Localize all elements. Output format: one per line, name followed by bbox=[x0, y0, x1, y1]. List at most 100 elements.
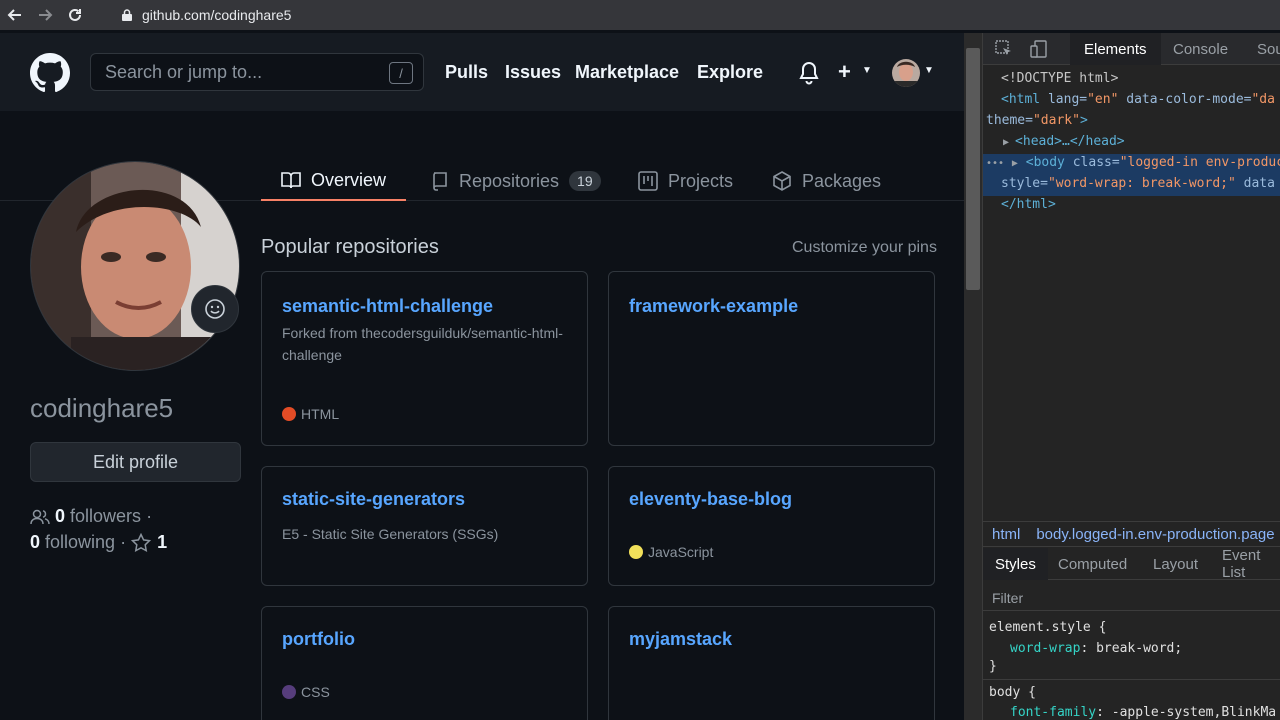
dom-html-node[interactable]: <html lang="en" data-color-mode="da bbox=[1001, 92, 1275, 107]
reload-icon[interactable] bbox=[60, 0, 90, 30]
github-page: Search or jump to... / Pulls Issues Mark… bbox=[0, 33, 964, 720]
github-logo-icon[interactable] bbox=[30, 53, 70, 93]
repo-name-link[interactable]: portfolio bbox=[282, 629, 355, 650]
expand-triangle-icon[interactable]: ▶ bbox=[1003, 137, 1015, 148]
breadcrumb: html body.logged-in.env-production.page bbox=[983, 521, 1280, 547]
tab-projects-label: Projects bbox=[668, 170, 734, 191]
profile-username: codinghare5 bbox=[30, 393, 174, 423]
tab-console[interactable]: Console bbox=[1173, 33, 1228, 65]
tab-elements[interactable]: Elements bbox=[1070, 33, 1161, 65]
chevron-down-icon: ▼ bbox=[862, 65, 872, 76]
device-toolbar-icon[interactable] bbox=[1025, 33, 1053, 65]
nav-issues[interactable]: Issues bbox=[505, 62, 561, 83]
followers-line: 0 followers · bbox=[30, 506, 152, 527]
nav-explore[interactable]: Explore bbox=[697, 62, 763, 83]
site-header: Search or jump to... / Pulls Issues Mark… bbox=[0, 33, 964, 111]
tab-packages[interactable]: Packages bbox=[772, 161, 881, 201]
repo-count-badge: 19 bbox=[569, 171, 601, 191]
styles-filter-input[interactable]: Filter bbox=[983, 585, 1280, 611]
class-attr: class= bbox=[1064, 155, 1120, 170]
css-property: font-family bbox=[1010, 705, 1097, 720]
styles-tabbar: Styles Computed Layout Event List bbox=[983, 547, 1280, 581]
people-icon bbox=[30, 509, 50, 524]
nav-pulls[interactable]: Pulls bbox=[445, 62, 488, 83]
chevron-down-icon: ▼ bbox=[924, 65, 934, 76]
repo-name-link[interactable]: static-site-generators bbox=[282, 489, 465, 510]
bell-icon[interactable] bbox=[798, 61, 822, 85]
language-name: CSS bbox=[301, 684, 330, 700]
package-icon bbox=[773, 171, 791, 191]
breadcrumb-body[interactable]: body.logged-in.env-production.page bbox=[1036, 526, 1274, 543]
style-attr: style= bbox=[1001, 176, 1048, 191]
theme-attr: theme= bbox=[986, 113, 1033, 128]
scrollbar-thumb[interactable] bbox=[966, 48, 980, 290]
css-declaration[interactable]: word-wrap: break-word; bbox=[1010, 641, 1182, 656]
customize-pins-link[interactable]: Customize your pins bbox=[792, 239, 937, 257]
tab-styles[interactable]: Styles bbox=[983, 548, 1048, 580]
inspect-element-icon[interactable] bbox=[989, 33, 1019, 65]
following-link[interactable]: following bbox=[45, 532, 115, 553]
back-icon[interactable] bbox=[0, 0, 30, 30]
repo-name-link[interactable]: framework-example bbox=[629, 296, 798, 317]
tab-repositories-label: Repositories bbox=[459, 170, 560, 191]
repo-language: HTML bbox=[282, 406, 339, 422]
dom-doctype[interactable]: <!DOCTYPE html> bbox=[1001, 71, 1118, 86]
data-attr: data bbox=[1235, 176, 1275, 191]
css-value: break-word; bbox=[1096, 641, 1183, 656]
more-icon[interactable]: ••• bbox=[986, 158, 1004, 169]
theme-val: "dark" bbox=[1032, 113, 1080, 128]
smiley-icon bbox=[205, 299, 225, 319]
project-icon bbox=[638, 171, 658, 191]
tab-sources[interactable]: Sou bbox=[1257, 33, 1280, 65]
popular-repositories-heading: Popular repositories bbox=[261, 236, 439, 258]
tab-computed[interactable]: Computed bbox=[1058, 548, 1127, 580]
tab-layout[interactable]: Layout bbox=[1153, 548, 1198, 580]
repo-name-link[interactable]: myjamstack bbox=[629, 629, 732, 650]
dom-head-node[interactable]: ▶ <head>…</head> bbox=[1003, 134, 1125, 149]
rule-selector: element.style { bbox=[989, 620, 1107, 635]
dom-body-node[interactable]: ••• ▶ <body class="logged-in env-product… bbox=[983, 154, 1280, 196]
tab-projects[interactable]: Projects bbox=[638, 161, 733, 201]
devtools-panel: Elements Console Sou <!DOCTYPE html> <ht… bbox=[982, 33, 1280, 720]
repo-name-link[interactable]: semantic-html-challenge bbox=[282, 296, 493, 317]
language-color-dot bbox=[629, 545, 643, 559]
repo-description: Forked from thecodersguilduk/semantic-ht… bbox=[282, 325, 563, 363]
create-new-button[interactable]: + bbox=[838, 59, 851, 85]
separator: · bbox=[120, 532, 127, 552]
repo-language: CSS bbox=[282, 684, 330, 700]
separator: · bbox=[146, 506, 153, 526]
followers-link[interactable]: followers bbox=[70, 506, 141, 527]
lock-icon bbox=[120, 8, 134, 22]
repo-card: eleventy-base-blog JavaScript bbox=[608, 466, 935, 586]
css-value: -apple-system,BlinkMa bbox=[1111, 705, 1277, 720]
search-input[interactable]: Search or jump to... / bbox=[90, 53, 424, 91]
css-property: word-wrap bbox=[1010, 641, 1081, 656]
avatar[interactable] bbox=[892, 59, 920, 87]
css-declaration[interactable]: font-family: -apple-system,BlinkMa bbox=[1010, 705, 1276, 720]
tab-overview[interactable]: Overview bbox=[261, 161, 407, 201]
breadcrumb-html[interactable]: html bbox=[992, 526, 1020, 543]
set-status-button[interactable] bbox=[191, 285, 239, 333]
dom-html-close[interactable]: </html> bbox=[1001, 197, 1056, 212]
nav-marketplace[interactable]: Marketplace bbox=[575, 62, 679, 83]
tag-close: > bbox=[1079, 113, 1088, 128]
tab-packages-label: Packages bbox=[802, 170, 882, 191]
repo-card: portfolio CSS bbox=[261, 606, 588, 720]
style-val: "word-wrap: break-word;" bbox=[1047, 176, 1236, 191]
repo-card: framework-example bbox=[608, 271, 935, 446]
expand-triangle-icon[interactable]: ▶ bbox=[1012, 158, 1018, 169]
edit-profile-button[interactable]: Edit profile bbox=[30, 442, 241, 482]
following-count[interactable]: 0 bbox=[30, 532, 40, 553]
forward-icon[interactable] bbox=[30, 0, 60, 30]
tab-event-listeners[interactable]: Event List bbox=[1222, 547, 1280, 581]
address-bar[interactable]: github.com/codinghare5 bbox=[108, 2, 1280, 28]
followers-count[interactable]: 0 bbox=[55, 506, 65, 527]
body-tag: <body bbox=[1025, 155, 1065, 170]
stars-count[interactable]: 1 bbox=[157, 532, 167, 553]
repo-card: static-site-generators E5 - Static Site … bbox=[261, 466, 588, 586]
language-color-dot bbox=[282, 407, 296, 421]
lang-attr: lang= bbox=[1040, 92, 1088, 107]
profile-avatar[interactable] bbox=[30, 161, 240, 371]
repo-name-link[interactable]: eleventy-base-blog bbox=[629, 489, 792, 510]
tab-repositories[interactable]: Repositories 19 bbox=[431, 161, 601, 201]
